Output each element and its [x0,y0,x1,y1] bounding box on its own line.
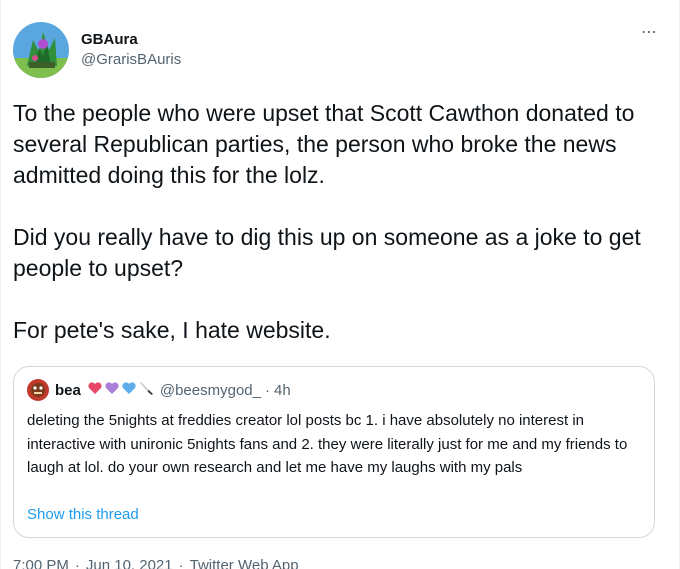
tweet-header: GBAura @GrarisBAuris [13,22,181,78]
tweet-date[interactable]: Jun 10, 2021 [86,557,173,569]
quoted-avatar [27,379,49,401]
quoted-name-emoji [87,380,154,401]
blue-heart-icon [121,380,137,401]
knife-icon [138,380,154,401]
quoted-separator: · [264,381,270,399]
more-options-icon[interactable]: ⋯ [641,25,657,41]
tweet-source-app[interactable]: Twitter Web App [190,557,299,569]
meta-separator: · [74,557,80,569]
author-names: GBAura @GrarisBAuris [81,30,181,70]
tweet-time[interactable]: 7:00 PM [13,557,69,569]
meta-separator-2: · [178,557,184,569]
quoted-avatar-image [27,379,49,401]
pink-heart-icon [87,380,103,401]
quoted-display-name: bea [55,381,81,399]
avatar-image [13,22,69,78]
tweet: GBAura @GrarisBAuris ⋯ To the people who… [0,0,680,569]
author-handle[interactable]: @GrarisBAuris [81,50,181,70]
avatar[interactable] [13,22,69,78]
author-display-name[interactable]: GBAura [81,30,181,50]
quoted-timestamp[interactable]: 4h [274,382,291,399]
quoted-tweet[interactable]: bea @beesmygod_ · 4h deleting the 5night… [13,366,655,538]
quoted-handle: @beesmygod_ [159,381,261,399]
tweet-text: To the people who were upset that Scott … [13,100,641,343]
tweet-metadata: 7:00 PM · Jun 10, 2021 · Twitter Web App [13,557,299,569]
purple-heart-icon [104,380,120,401]
quoted-tweet-text: deleting the 5nights at freddies creator… [27,412,628,476]
show-thread-link[interactable]: Show this thread [27,506,139,523]
quoted-tweet-header: bea @beesmygod_ · 4h [27,379,291,401]
